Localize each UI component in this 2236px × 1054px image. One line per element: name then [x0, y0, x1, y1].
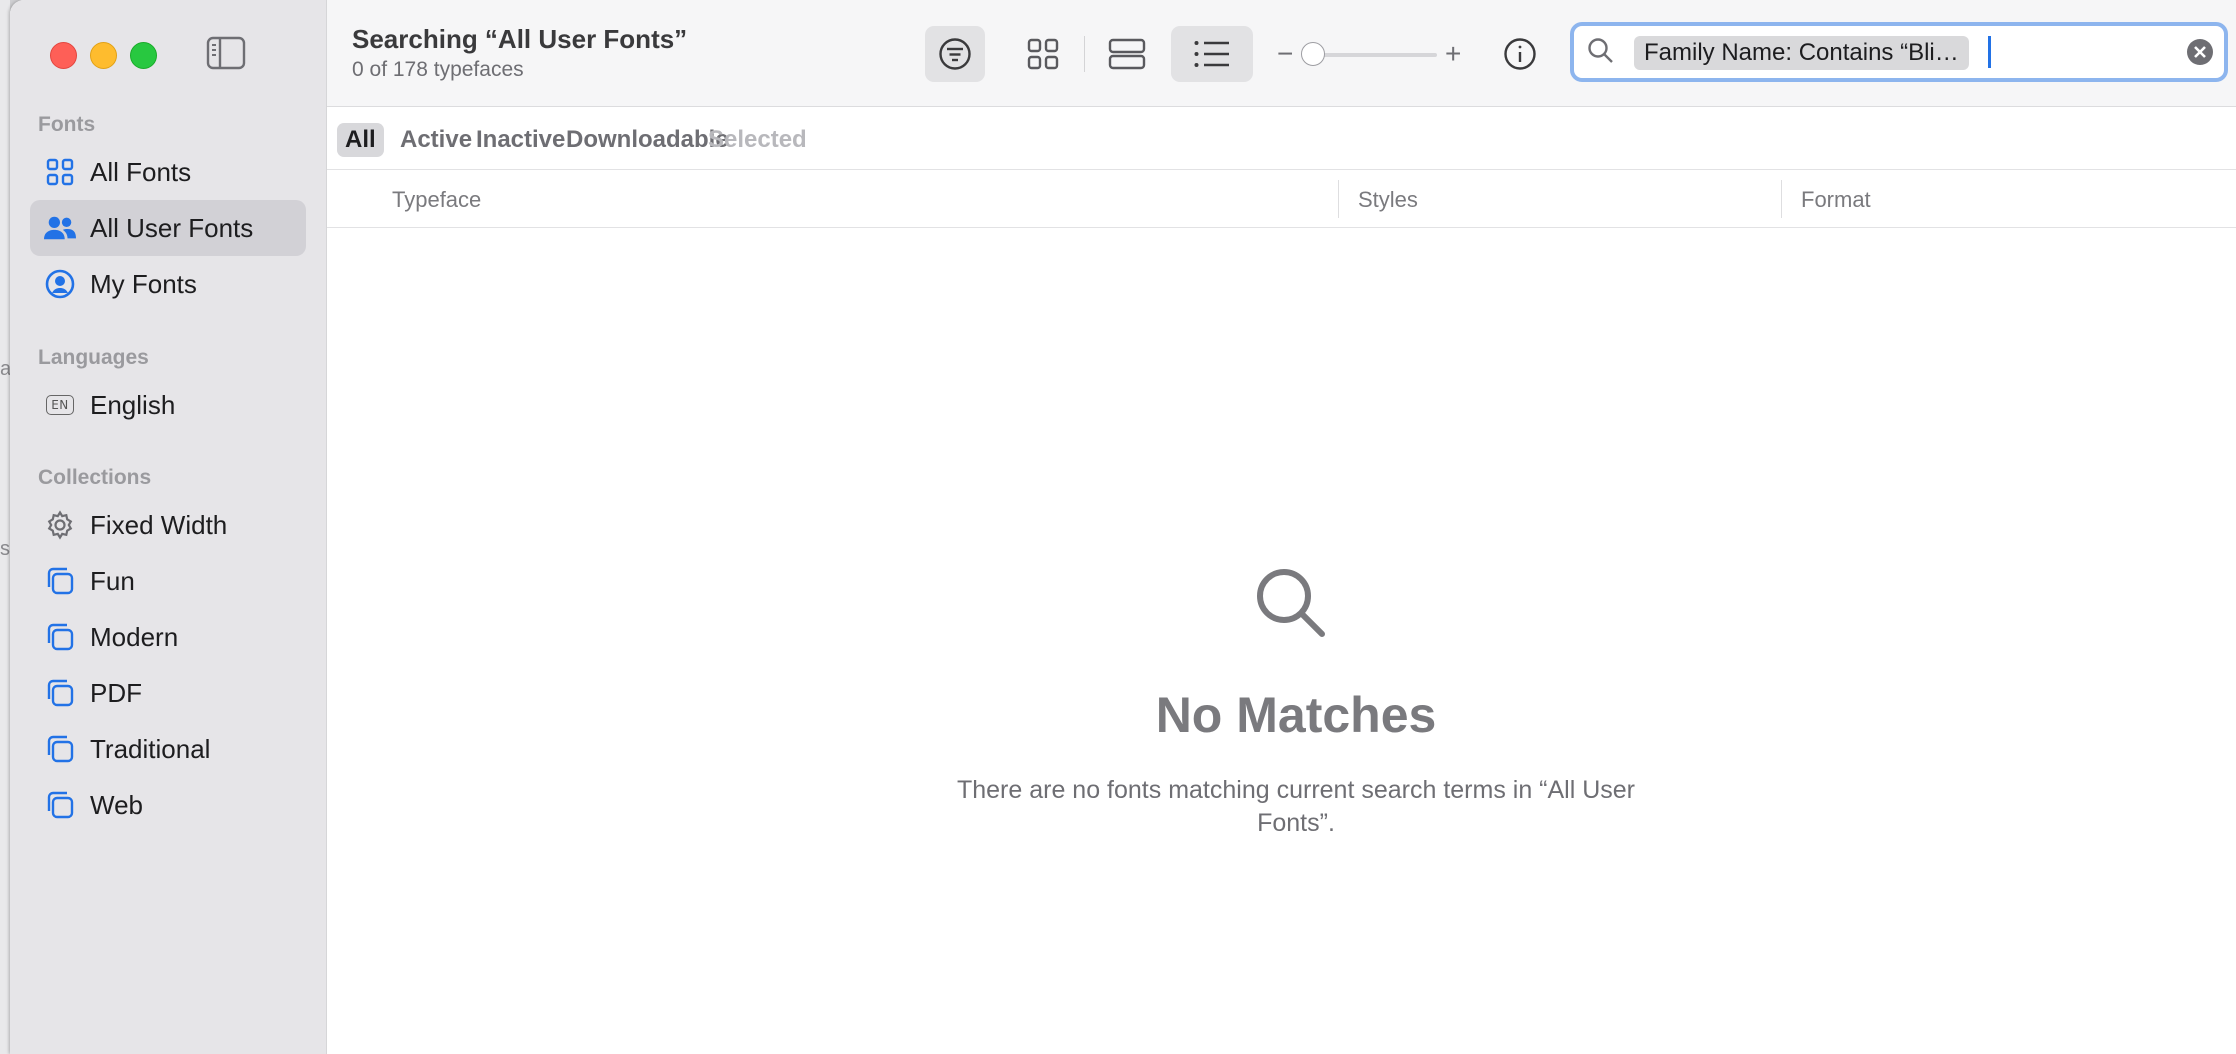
grid-view-icon — [1027, 38, 1059, 70]
info-icon — [1504, 38, 1536, 70]
search-token[interactable]: Family Name: Contains “Bli… — [1634, 36, 1969, 70]
typeface-count: 0 of 178 typefaces — [352, 58, 524, 81]
filter-circle-icon — [939, 38, 971, 70]
grid-icon — [44, 156, 76, 188]
sidebar-item-english[interactable]: EN English — [30, 377, 306, 433]
sidebar-item-fixed-width[interactable]: Fixed Width — [30, 497, 306, 553]
sidebar-item-fun[interactable]: Fun — [30, 553, 306, 609]
sidebar-item-label: Fun — [90, 565, 135, 596]
sidebar-section-fonts: Fonts — [38, 113, 96, 136]
filter-bar: All Active Inactive Downloadable Selecte… — [327, 107, 2236, 170]
column-divider[interactable] — [1781, 180, 1782, 218]
sidebar-section-languages: Languages — [38, 346, 149, 369]
sidebar-item-my-fonts[interactable]: My Fonts — [30, 256, 306, 312]
sidebar-item-label: PDF — [90, 677, 142, 708]
list-view-icon — [1194, 41, 1229, 67]
sidebar-item-label: Modern — [90, 621, 179, 652]
column-divider[interactable] — [1338, 180, 1339, 218]
search-field[interactable]: Family Name: Contains “Bli… — [1570, 22, 2228, 82]
users-icon — [44, 212, 76, 244]
gear-icon — [44, 509, 76, 541]
filter-selected: Selected — [708, 126, 807, 153]
filter-all[interactable]: All — [337, 123, 384, 157]
magnifying-glass-icon — [1254, 566, 1328, 645]
collection-icon — [44, 621, 76, 653]
sidebar-section-collections: Collections — [38, 466, 152, 489]
language-badge: EN — [46, 395, 74, 415]
sidebar-item-label: My Fonts — [90, 268, 197, 299]
sidebar-item-label: All Fonts — [90, 156, 192, 187]
clear-icon — [2187, 39, 2213, 65]
sidebar-item-label: Traditional — [90, 733, 211, 764]
minimize-window-button[interactable] — [90, 42, 117, 69]
column-format[interactable]: Format — [1801, 187, 1871, 213]
filter-active[interactable]: Active — [392, 123, 480, 157]
toolbar-separator — [1084, 36, 1085, 72]
empty-state-title: No Matches — [1155, 687, 1437, 743]
person-circle-icon — [44, 268, 76, 300]
text-caret — [1988, 36, 1991, 68]
column-header-row: Typeface Styles Format — [327, 170, 2236, 228]
sidebar-item-web[interactable]: Web — [30, 777, 306, 833]
close-window-button[interactable] — [50, 42, 77, 69]
desktop-edge-glyph: s — [0, 538, 10, 560]
grid-view-button[interactable] — [1013, 26, 1073, 82]
sidebar-item-label: Web — [90, 789, 143, 820]
sidebar-item-all-user-fonts[interactable]: All User Fonts — [30, 200, 306, 256]
sidebar-item-traditional[interactable]: Traditional — [30, 721, 306, 777]
sidebar: Fonts All Fonts All User Fonts My Fonts … — [10, 0, 327, 1054]
column-styles[interactable]: Styles — [1358, 187, 1418, 213]
font-book-window: Fonts All Fonts All User Fonts My Fonts … — [10, 0, 2236, 1054]
sidebar-item-label: English — [90, 389, 176, 420]
sidebar-item-label: Fixed Width — [90, 509, 228, 540]
collection-icon — [44, 733, 76, 765]
empty-state-message: There are no fonts matching current sear… — [956, 776, 1636, 837]
maximize-window-button[interactable] — [130, 42, 157, 69]
search-icon — [1586, 36, 1616, 71]
slider-minus-icon: − — [1277, 38, 1294, 69]
sidebar-item-modern[interactable]: Modern — [30, 609, 306, 665]
strip-view-button[interactable] — [1097, 26, 1157, 82]
slider-plus-icon: + — [1445, 38, 1462, 69]
list-view-button[interactable] — [1171, 26, 1253, 82]
en-badge-icon: EN — [44, 389, 76, 421]
sidebar-icon — [206, 36, 246, 70]
strip-view-icon — [1108, 38, 1146, 70]
info-button[interactable] — [1495, 26, 1545, 82]
collection-icon — [44, 789, 76, 821]
toolbar: Searching “All User Fonts” 0 of 178 type… — [327, 0, 2236, 107]
slider-track[interactable] — [1309, 53, 1437, 57]
filter-button[interactable] — [925, 26, 985, 82]
collection-icon — [44, 677, 76, 709]
slider-thumb[interactable] — [1301, 42, 1325, 66]
preview-size-slider[interactable]: − + — [1265, 30, 1465, 78]
sidebar-item-all-fonts[interactable]: All Fonts — [30, 144, 306, 200]
column-typeface[interactable]: Typeface — [392, 187, 481, 213]
clear-search-button[interactable] — [2186, 38, 2214, 71]
window-title: Searching “All User Fonts” — [352, 24, 688, 54]
sidebar-item-label: All User Fonts — [90, 212, 254, 243]
sidebar-toggle-button[interactable] — [206, 36, 246, 70]
collection-icon — [44, 565, 76, 597]
desktop-background: a s — [0, 0, 11, 1054]
sidebar-item-pdf[interactable]: PDF — [30, 665, 306, 721]
